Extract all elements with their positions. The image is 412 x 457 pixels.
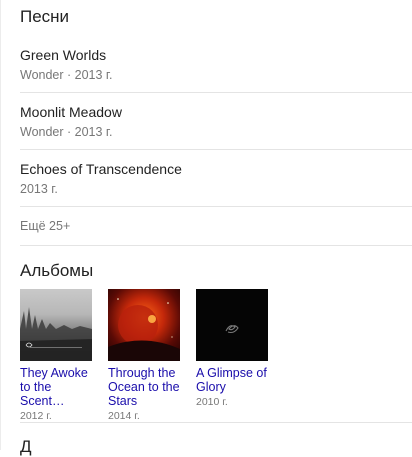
song-title: Green Worlds: [20, 47, 107, 63]
album-year: 2010 г.: [196, 396, 228, 408]
song-item[interactable]: Echoes of Transcendence 2013 г.: [20, 161, 412, 207]
album-card[interactable]: Through the Ocean to the Stars 2014 г.: [108, 289, 182, 422]
album-card[interactable]: A Glimpse of Glory 2010 г.: [196, 289, 270, 408]
song-title: Moonlit Meadow: [20, 104, 122, 120]
songs-heading: Песни: [20, 7, 70, 26]
divider: [20, 149, 412, 150]
next-section-heading: Д: [20, 437, 32, 456]
song-item[interactable]: Moonlit Meadow Wonder · 2013 г.: [20, 104, 412, 150]
album-year: 2014 г.: [108, 410, 140, 422]
album-title[interactable]: Through the Ocean to the Stars: [108, 366, 182, 408]
album-title[interactable]: A Glimpse of Glory: [196, 366, 270, 394]
forest-cover-art[interactable]: [20, 289, 92, 361]
albums-heading: Альбомы: [20, 261, 94, 280]
song-subtitle: Wonder · 2013 г.: [20, 68, 113, 82]
song-subtitle: 2013 г.: [20, 182, 58, 196]
song-title: Echoes of Transcendence: [20, 161, 182, 177]
album-title[interactable]: They Awoke to the Scent…: [20, 366, 94, 408]
panel-left-border: [0, 0, 1, 450]
more-songs-link[interactable]: Ещё 25+: [20, 219, 70, 233]
album-year: 2012 г.: [20, 410, 52, 422]
album-card[interactable]: They Awoke to the Scent… 2012 г.: [20, 289, 94, 422]
song-item[interactable]: Green Worlds Wonder · 2013 г.: [20, 47, 412, 93]
red-planet-cover-art[interactable]: [108, 289, 180, 361]
divider: [20, 92, 412, 93]
divider: [20, 422, 412, 423]
dark-symbol-cover-art[interactable]: [196, 289, 268, 361]
song-subtitle: Wonder · 2013 г.: [20, 125, 113, 139]
divider: [20, 206, 412, 207]
divider: [20, 245, 412, 246]
